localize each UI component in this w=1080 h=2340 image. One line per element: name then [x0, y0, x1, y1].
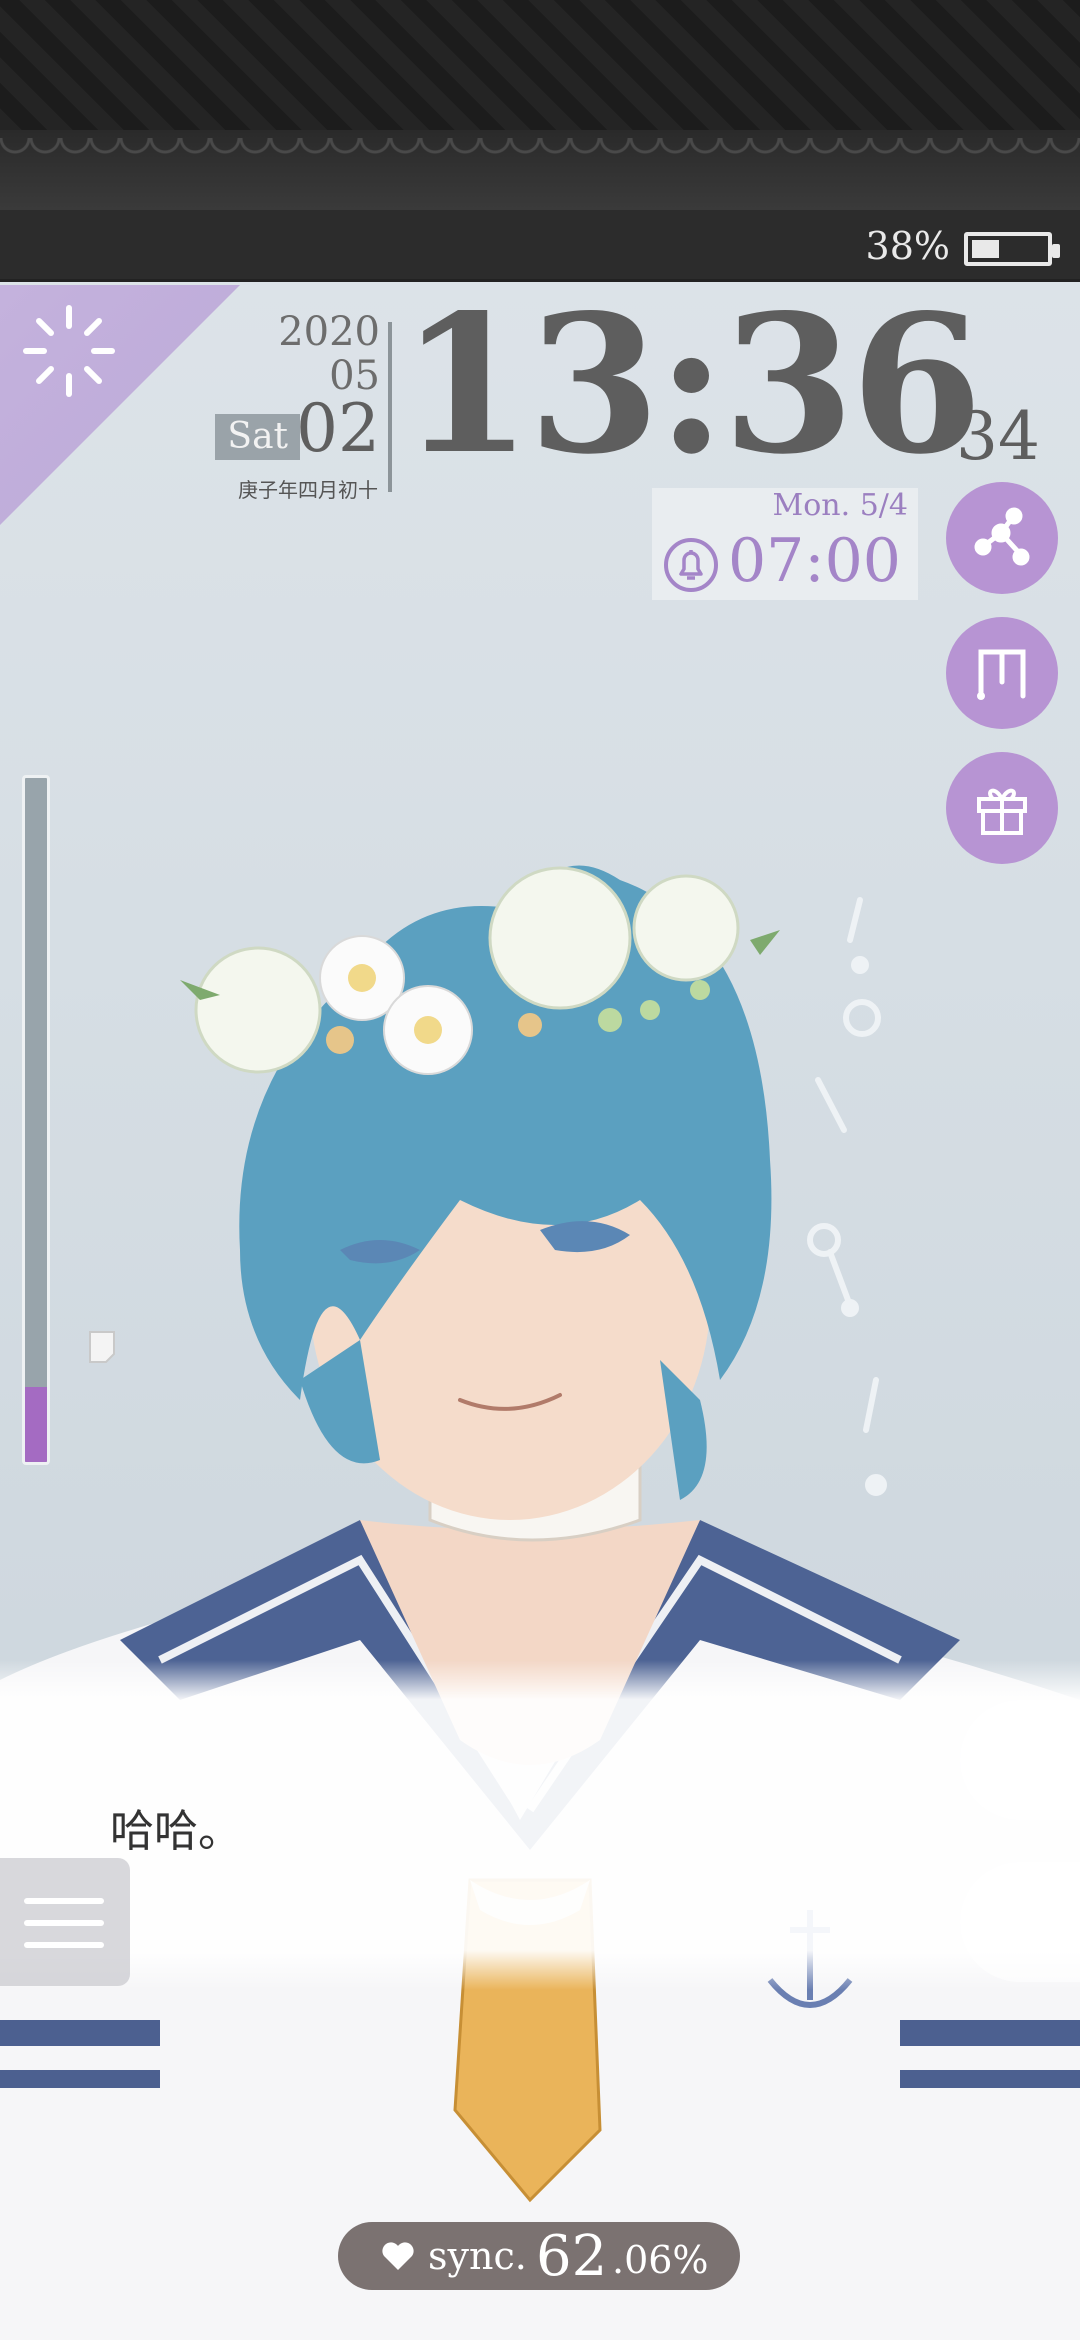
battery-percent: 38%: [865, 224, 950, 268]
book-button[interactable]: [960, 1862, 1080, 1982]
date-day: 02: [296, 390, 380, 467]
moon-icon: [992, 1732, 1031, 1788]
menu-line: [24, 1920, 104, 1926]
date-weekday: Sat: [215, 414, 300, 460]
alarm-bell-icon: [664, 538, 718, 592]
battery-fill: [972, 240, 999, 258]
sync-value-int: 62: [536, 2224, 608, 2289]
heart-icon: [382, 2242, 414, 2270]
date-year: 2020: [278, 309, 380, 355]
share-button[interactable]: [946, 482, 1058, 594]
book-icon: [988, 1899, 1048, 1949]
alarm-date: Mon. 5/4: [772, 488, 908, 523]
sync-label: sync.: [428, 2234, 527, 2278]
share-icon: [974, 507, 1030, 566]
menu-line: [24, 1942, 104, 1948]
status-bar: 38%: [0, 210, 1080, 282]
dialog-text: 哈哈。: [110, 1806, 242, 1857]
menu-line: [24, 1898, 104, 1904]
date-lunar: 庚子年四月初十: [238, 480, 378, 502]
clock-seconds: 34: [956, 398, 1040, 475]
menu-button[interactable]: [0, 1858, 130, 1986]
moon-button[interactable]: [960, 1700, 1080, 1820]
top-pattern: [0, 0, 1080, 210]
bookmark-button[interactable]: [946, 617, 1058, 729]
clock-hours-minutes: 13:36: [400, 273, 983, 496]
bookmark-icon: [977, 649, 1026, 700]
alarm-widget[interactable]: Mon. 5/4 07:00: [652, 488, 918, 600]
date-divider: [388, 322, 392, 492]
loading-icon: [23, 305, 115, 397]
character-illustration: [0, 865, 1080, 2340]
alarm-time: 07:00: [728, 526, 901, 596]
sync-value-dec: .06%: [612, 2238, 709, 2282]
lace-trim: [0, 138, 1080, 168]
sync-indicator: sync. 62 .06%: [338, 2222, 740, 2290]
battery-icon: [964, 232, 1060, 266]
